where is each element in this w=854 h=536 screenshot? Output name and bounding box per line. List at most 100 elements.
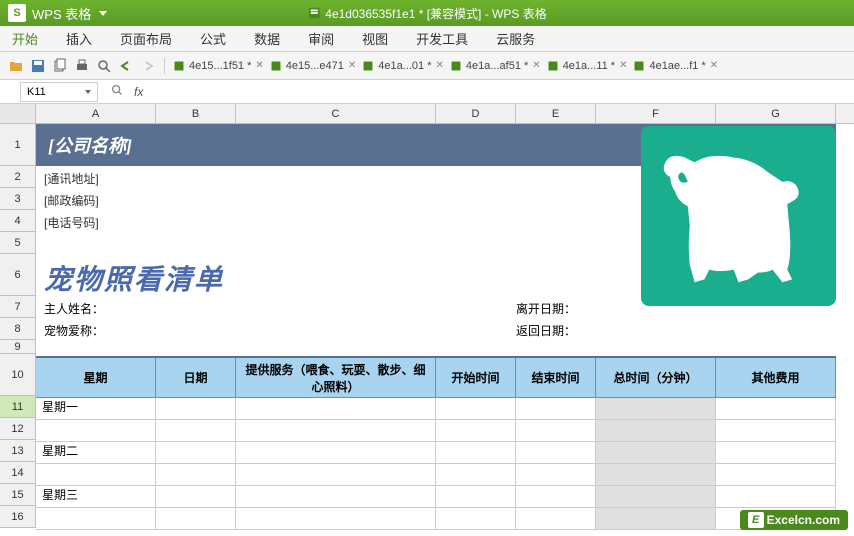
cell[interactable] xyxy=(436,486,516,507)
row-header-15[interactable]: 15 xyxy=(0,484,36,506)
cell[interactable] xyxy=(156,442,236,463)
close-icon[interactable]: ✕ xyxy=(532,60,540,71)
day-cell[interactable]: 星期一 xyxy=(36,398,156,442)
day-cell[interactable]: 星期三 xyxy=(36,486,156,530)
th-other-fee[interactable]: 其他费用 xyxy=(716,358,836,397)
save-icon[interactable] xyxy=(30,58,46,74)
col-header-D[interactable]: D xyxy=(436,104,516,123)
cell[interactable] xyxy=(596,398,716,419)
row-header-1[interactable]: 1 xyxy=(0,124,36,166)
copy-icon[interactable] xyxy=(52,58,68,74)
close-icon[interactable]: ✕ xyxy=(348,60,356,71)
th-start-time[interactable]: 开始时间 xyxy=(436,358,516,397)
menu-insert[interactable]: 插入 xyxy=(66,29,92,48)
row-header-4[interactable]: 4 xyxy=(0,210,36,232)
row-header-2[interactable]: 2 xyxy=(0,166,36,188)
preview-icon[interactable] xyxy=(96,58,112,74)
doc-tab-2[interactable]: 4e15...e471✕ xyxy=(270,60,357,72)
cell[interactable] xyxy=(436,464,516,485)
row-header-12[interactable]: 12 xyxy=(0,418,36,440)
col-header-G[interactable]: G xyxy=(716,104,836,123)
doc-tab-4[interactable]: 4e1a...af51 *✕ xyxy=(450,60,541,72)
cell[interactable] xyxy=(236,508,436,529)
postal-cell[interactable]: [邮政编码] xyxy=(44,192,99,209)
close-icon[interactable]: ✕ xyxy=(619,60,627,71)
col-header-C[interactable]: C xyxy=(236,104,436,123)
cell[interactable] xyxy=(716,420,836,441)
leave-date-label[interactable]: 离开日期： xyxy=(516,300,576,317)
menu-dev-tools[interactable]: 开发工具 xyxy=(416,29,468,48)
col-header-F[interactable]: F xyxy=(596,104,716,123)
row-header-7[interactable]: 7 xyxy=(0,296,36,318)
row-header-11[interactable]: 11 xyxy=(0,396,36,418)
cell[interactable] xyxy=(436,398,516,419)
menu-view[interactable]: 视图 xyxy=(362,29,388,48)
menu-page-layout[interactable]: 页面布局 xyxy=(120,29,172,48)
cell[interactable] xyxy=(596,486,716,507)
th-service[interactable]: 提供服务（喂食、玩耍、散步、细心照料） xyxy=(236,358,436,397)
col-header-A[interactable]: A xyxy=(36,104,156,123)
doc-tab-1[interactable]: 4e15...1f51 *✕ xyxy=(173,60,264,72)
print-icon[interactable] xyxy=(74,58,90,74)
cell[interactable] xyxy=(156,398,236,419)
sheet-title[interactable]: 宠物照看清单 xyxy=(44,258,224,298)
redo-icon[interactable] xyxy=(140,58,156,74)
close-icon[interactable]: ✕ xyxy=(710,60,718,71)
doc-tab-3[interactable]: 4e1a...01 *✕ xyxy=(362,60,444,72)
select-all-corner[interactable] xyxy=(0,104,36,123)
app-menu-dropdown-icon[interactable] xyxy=(99,11,107,16)
cell[interactable] xyxy=(436,442,516,463)
cell[interactable] xyxy=(596,442,716,463)
doc-tab-5[interactable]: 4e1a...11 *✕ xyxy=(547,60,628,72)
cell[interactable] xyxy=(436,420,516,441)
return-date-label[interactable]: 返回日期： xyxy=(516,322,576,339)
cell[interactable] xyxy=(596,464,716,485)
pet-image[interactable] xyxy=(641,126,836,306)
cell[interactable] xyxy=(236,398,436,419)
row-header-16[interactable]: 16 xyxy=(0,506,36,528)
close-icon[interactable]: ✕ xyxy=(436,60,444,71)
cells-area[interactable]: [公司名称] [通讯地址] [邮政编码] [电话号码] 宠物照看清单 主人姓名：… xyxy=(36,124,854,528)
menu-start[interactable]: 开始 xyxy=(12,29,38,48)
day-cell[interactable]: 星期二 xyxy=(36,442,156,486)
cell[interactable] xyxy=(236,486,436,507)
undo-icon[interactable] xyxy=(118,58,134,74)
cell[interactable] xyxy=(716,442,836,463)
menu-review[interactable]: 审阅 xyxy=(308,29,334,48)
th-end-time[interactable]: 结束时间 xyxy=(516,358,596,397)
row-header-3[interactable]: 3 xyxy=(0,188,36,210)
col-header-E[interactable]: E xyxy=(516,104,596,123)
col-header-B[interactable]: B xyxy=(156,104,236,123)
owner-label[interactable]: 主人姓名： xyxy=(44,300,104,317)
cell[interactable] xyxy=(156,464,236,485)
doc-tab-6[interactable]: 4e1ae...f1 *✕ xyxy=(633,60,718,72)
cell[interactable] xyxy=(516,508,596,529)
row-header-10[interactable]: 10 xyxy=(0,354,36,396)
cell[interactable] xyxy=(156,420,236,441)
chevron-down-icon[interactable] xyxy=(85,90,91,94)
th-total-time[interactable]: 总时间（分钟） xyxy=(596,358,716,397)
th-date[interactable]: 日期 xyxy=(156,358,236,397)
cell[interactable] xyxy=(236,464,436,485)
search-icon[interactable] xyxy=(110,83,124,100)
cell[interactable] xyxy=(436,508,516,529)
menu-data[interactable]: 数据 xyxy=(254,29,280,48)
row-header-5[interactable]: 5 xyxy=(0,232,36,254)
menu-cloud[interactable]: 云服务 xyxy=(496,29,535,48)
cell[interactable] xyxy=(156,508,236,529)
cell[interactable] xyxy=(716,398,836,419)
cell[interactable] xyxy=(596,508,716,529)
cell[interactable] xyxy=(516,464,596,485)
address-cell[interactable]: [通讯地址] xyxy=(44,170,99,187)
pet-name-label[interactable]: 宠物爱称： xyxy=(44,322,104,339)
cell[interactable] xyxy=(516,442,596,463)
open-icon[interactable] xyxy=(8,58,24,74)
row-header-13[interactable]: 13 xyxy=(0,440,36,462)
menu-formula[interactable]: 公式 xyxy=(200,29,226,48)
row-header-14[interactable]: 14 xyxy=(0,462,36,484)
cell[interactable] xyxy=(236,442,436,463)
row-header-8[interactable]: 8 xyxy=(0,318,36,340)
cell[interactable] xyxy=(516,486,596,507)
row-header-6[interactable]: 6 xyxy=(0,254,36,296)
cell[interactable] xyxy=(156,486,236,507)
